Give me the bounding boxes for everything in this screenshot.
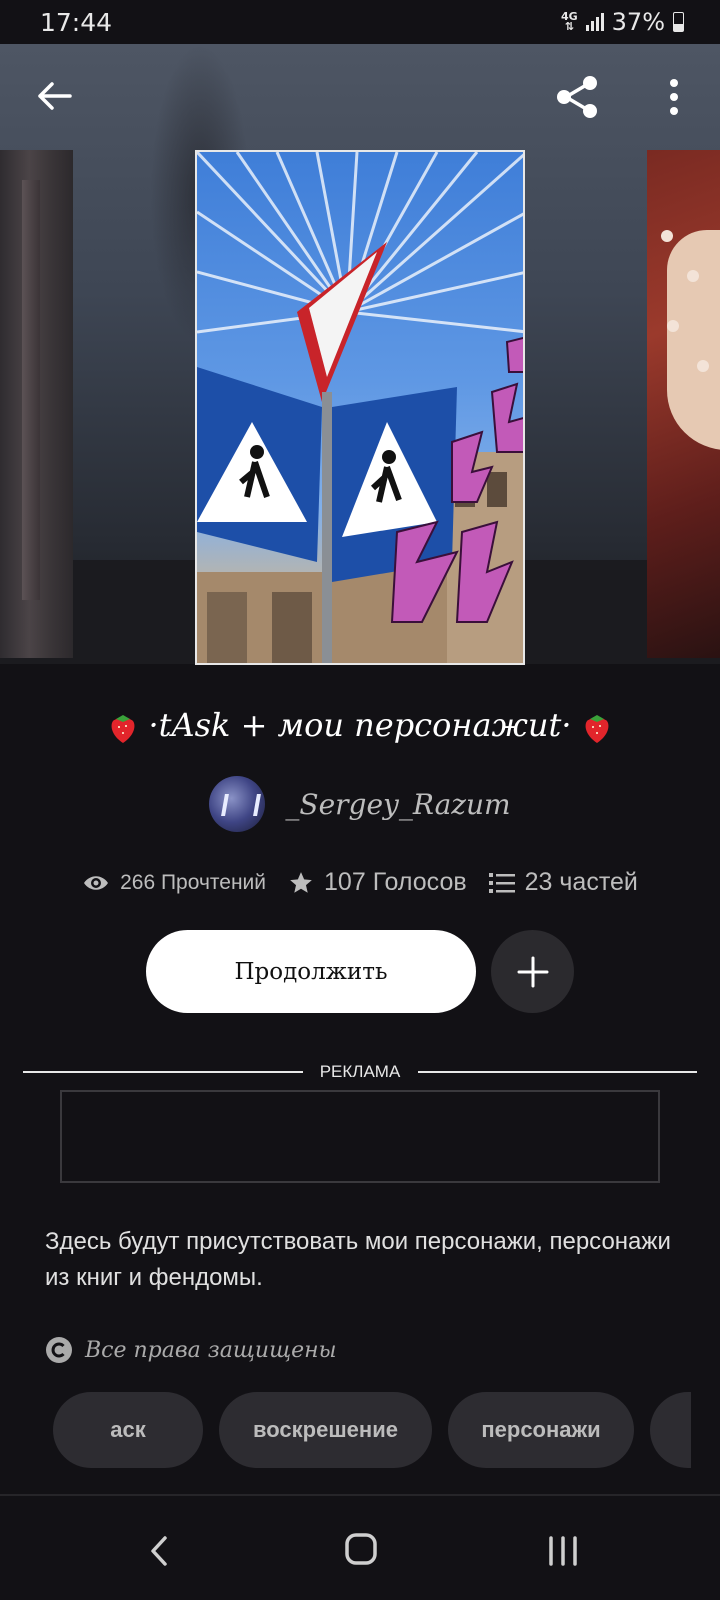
ad-slot[interactable] [60,1090,660,1183]
tag-chip[interactable]: воскрешение [219,1392,432,1468]
next-cover[interactable] [647,150,720,658]
eye-icon [84,875,109,890]
home-square-icon [345,1533,377,1565]
tags-list: аск воскрешение персонажи [53,1392,691,1468]
story-cover[interactable] [195,150,525,665]
back-button[interactable] [30,72,78,120]
tag-chip[interactable]: аск [53,1392,203,1468]
story-stats: 266 Прочтений 107 Голосов 23 частей [0,868,720,897]
add-to-library-button[interactable] [491,930,574,1013]
network-icon: 4G ⇅ [560,10,578,33]
copyright-row: Все права защищены [45,1336,337,1364]
more-vert-icon [670,79,678,115]
votes-count: 107 Голосов [324,868,467,896]
copyright-icon [46,1337,72,1363]
chevron-left-icon [151,1536,167,1566]
arrow-left-icon [38,82,72,110]
reads-count: 266 Прочтений [120,870,267,894]
more-button[interactable] [656,72,692,122]
battery-percent: 37% [611,8,665,36]
status-time: 17:44 [40,8,113,37]
parts-count: 23 частей [524,868,638,896]
ad-label-row: РЕКЛАМА [0,1060,720,1084]
story-description: Здесь будут присутствовать мои персонажи… [45,1228,671,1291]
strawberry-icon [111,714,135,743]
copyright-text: Все права защищены [85,1337,337,1363]
nav-home-button[interactable] [344,1532,380,1568]
story-title-row: ·tAsk + мои персонажиt· [0,706,720,745]
network-type: 4G [560,10,578,23]
continue-button[interactable]: Продолжить [146,930,476,1013]
nav-recents-button[interactable] [546,1534,580,1568]
reads-stat: 266 Прочтений [82,871,266,895]
nav-back-button[interactable] [145,1534,175,1568]
status-bar: 17:44 4G ⇅ 37% [0,0,720,44]
share-icon [557,76,597,118]
status-indicators: 4G ⇅ 37% [561,8,684,36]
system-nav-bar [0,1496,720,1600]
tag-chip-partial[interactable] [650,1392,691,1468]
prev-cover[interactable] [0,150,73,658]
author-row[interactable]: _Sergey_Razum [0,776,720,832]
story-title: ·tAsk + мои персонажиt· [148,706,572,744]
author-name[interactable]: _Sergey_Razum [285,788,510,821]
list-icon [488,872,515,893]
parts-stat: 23 частей [488,868,638,897]
recents-icon [549,1536,577,1566]
tag-chip[interactable]: персонажи [448,1392,634,1468]
strawberry-icon [585,714,609,743]
star-icon [290,871,312,893]
plus-icon [517,956,548,987]
battery-icon [673,12,684,32]
votes-stat: 107 Голосов [288,868,467,897]
share-button[interactable] [552,72,602,122]
author-avatar[interactable] [209,776,266,832]
cover-illustration [197,152,523,663]
ad-label: РЕКЛАМА [305,1062,415,1081]
signal-icon [585,13,604,31]
